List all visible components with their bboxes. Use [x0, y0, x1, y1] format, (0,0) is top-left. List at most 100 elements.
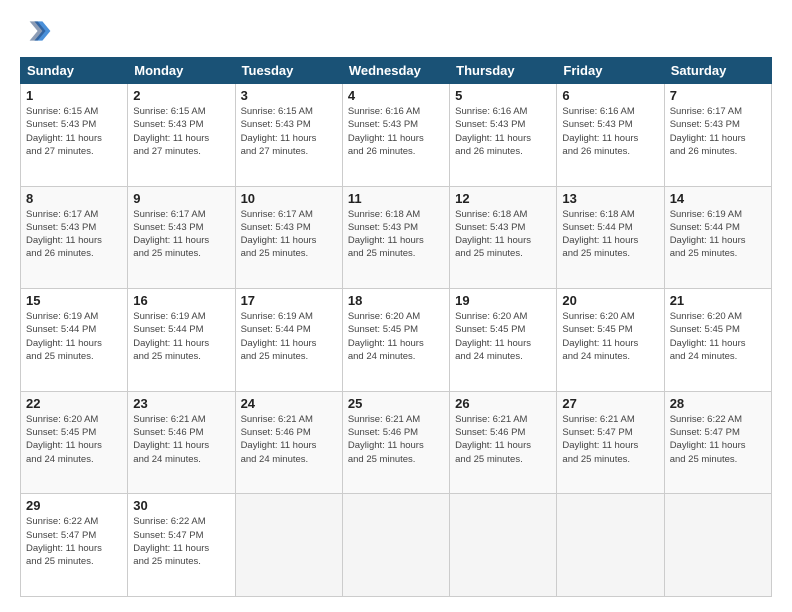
day-number: 8: [26, 191, 122, 206]
day-number: 5: [455, 88, 551, 103]
day-number: 23: [133, 396, 229, 411]
day-number: 24: [241, 396, 337, 411]
calendar-day-cell: 30 Sunrise: 6:22 AM Sunset: 5:47 PM Dayli…: [128, 494, 235, 597]
day-number: 29: [26, 498, 122, 513]
day-info: Sunrise: 6:17 AM Sunset: 5:43 PM Dayligh…: [133, 208, 229, 261]
day-number: 22: [26, 396, 122, 411]
day-info: Sunrise: 6:20 AM Sunset: 5:45 PM Dayligh…: [455, 310, 551, 363]
day-number: 17: [241, 293, 337, 308]
day-info: Sunrise: 6:21 AM Sunset: 5:46 PM Dayligh…: [241, 413, 337, 466]
day-number: 19: [455, 293, 551, 308]
calendar-day-cell: [450, 494, 557, 597]
day-number: 9: [133, 191, 229, 206]
day-number: 21: [670, 293, 766, 308]
calendar-day-cell: 2 Sunrise: 6:15 AM Sunset: 5:43 PM Daylig…: [128, 84, 235, 187]
logo-icon: [20, 15, 52, 47]
day-info: Sunrise: 6:18 AM Sunset: 5:43 PM Dayligh…: [348, 208, 444, 261]
calendar-day-cell: [664, 494, 771, 597]
day-number: 7: [670, 88, 766, 103]
calendar-day-cell: 23Sunrise: 6:21 AM Sunset: 5:46 PM Dayli…: [128, 391, 235, 494]
calendar-day-cell: 25 Sunrise: 6:21 AM Sunset: 5:46 PM Dayli…: [342, 391, 449, 494]
day-info: Sunrise: 6:20 AM Sunset: 5:45 PM Dayligh…: [26, 413, 122, 466]
day-info: Sunrise: 6:18 AM Sunset: 5:44 PM Dayligh…: [562, 208, 658, 261]
calendar-day-cell: 13 Sunrise: 6:18 AM Sunset: 5:44 PM Dayli…: [557, 186, 664, 289]
day-info: Sunrise: 6:21 AM Sunset: 5:46 PM Dayligh…: [348, 413, 444, 466]
day-info: Sunrise: 6:16 AM Sunset: 5:43 PM Dayligh…: [455, 105, 551, 158]
day-number: 4: [348, 88, 444, 103]
calendar-header-cell: Monday: [128, 58, 235, 84]
calendar-day-cell: 9 Sunrise: 6:17 AM Sunset: 5:43 PM Daylig…: [128, 186, 235, 289]
day-number: 6: [562, 88, 658, 103]
day-number: 10: [241, 191, 337, 206]
day-info: Sunrise: 6:20 AM Sunset: 5:45 PM Dayligh…: [348, 310, 444, 363]
day-number: 2: [133, 88, 229, 103]
calendar-day-cell: 5 Sunrise: 6:16 AM Sunset: 5:43 PM Daylig…: [450, 84, 557, 187]
calendar-week-row: 8 Sunrise: 6:17 AM Sunset: 5:43 PM Daylig…: [21, 186, 772, 289]
calendar-day-cell: 6 Sunrise: 6:16 AM Sunset: 5:43 PM Daylig…: [557, 84, 664, 187]
day-info: Sunrise: 6:19 AM Sunset: 5:44 PM Dayligh…: [670, 208, 766, 261]
day-info: Sunrise: 6:17 AM Sunset: 5:43 PM Dayligh…: [670, 105, 766, 158]
calendar-header-cell: Friday: [557, 58, 664, 84]
calendar-week-row: 15Sunrise: 6:19 AM Sunset: 5:44 PM Dayli…: [21, 289, 772, 392]
day-number: 16: [133, 293, 229, 308]
calendar-header-row: SundayMondayTuesdayWednesdayThursdayFrid…: [21, 58, 772, 84]
calendar-day-cell: 1 Sunrise: 6:15 AM Sunset: 5:43 PM Daylig…: [21, 84, 128, 187]
calendar-day-cell: 18 Sunrise: 6:20 AM Sunset: 5:45 PM Dayli…: [342, 289, 449, 392]
calendar-header-cell: Saturday: [664, 58, 771, 84]
calendar-table: SundayMondayTuesdayWednesdayThursdayFrid…: [20, 57, 772, 597]
day-info: Sunrise: 6:17 AM Sunset: 5:43 PM Dayligh…: [241, 208, 337, 261]
calendar-day-cell: 22 Sunrise: 6:20 AM Sunset: 5:45 PM Dayli…: [21, 391, 128, 494]
day-number: 30: [133, 498, 229, 513]
day-info: Sunrise: 6:15 AM Sunset: 5:43 PM Dayligh…: [133, 105, 229, 158]
calendar-day-cell: 24 Sunrise: 6:21 AM Sunset: 5:46 PM Dayli…: [235, 391, 342, 494]
calendar-day-cell: 10 Sunrise: 6:17 AM Sunset: 5:43 PM Dayli…: [235, 186, 342, 289]
calendar-week-row: 22 Sunrise: 6:20 AM Sunset: 5:45 PM Dayli…: [21, 391, 772, 494]
day-number: 3: [241, 88, 337, 103]
calendar-day-cell: 14 Sunrise: 6:19 AM Sunset: 5:44 PM Dayli…: [664, 186, 771, 289]
day-info: Sunrise: 6:16 AM Sunset: 5:43 PM Dayligh…: [562, 105, 658, 158]
day-info: Sunrise: 6:22 AM Sunset: 5:47 PM Dayligh…: [133, 515, 229, 568]
day-number: 18: [348, 293, 444, 308]
day-info: Sunrise: 6:19 AM Sunset: 5:44 PM Dayligh…: [26, 310, 122, 363]
calendar-day-cell: 7 Sunrise: 6:17 AM Sunset: 5:43 PM Daylig…: [664, 84, 771, 187]
calendar-day-cell: 28Sunrise: 6:22 AM Sunset: 5:47 PM Dayli…: [664, 391, 771, 494]
day-info: Sunrise: 6:21 AM Sunset: 5:46 PM Dayligh…: [455, 413, 551, 466]
calendar-header-cell: Wednesday: [342, 58, 449, 84]
day-number: 1: [26, 88, 122, 103]
day-info: Sunrise: 6:22 AM Sunset: 5:47 PM Dayligh…: [670, 413, 766, 466]
calendar-day-cell: 21 Sunrise: 6:20 AM Sunset: 5:45 PM Dayli…: [664, 289, 771, 392]
calendar-day-cell: 17 Sunrise: 6:19 AM Sunset: 5:44 PM Dayli…: [235, 289, 342, 392]
day-info: Sunrise: 6:20 AM Sunset: 5:45 PM Dayligh…: [670, 310, 766, 363]
calendar-day-cell: 27Sunrise: 6:21 AM Sunset: 5:47 PM Dayli…: [557, 391, 664, 494]
day-info: Sunrise: 6:19 AM Sunset: 5:44 PM Dayligh…: [133, 310, 229, 363]
header: [20, 15, 772, 47]
day-number: 26: [455, 396, 551, 411]
calendar-day-cell: 8 Sunrise: 6:17 AM Sunset: 5:43 PM Daylig…: [21, 186, 128, 289]
calendar-day-cell: [557, 494, 664, 597]
day-number: 13: [562, 191, 658, 206]
calendar-day-cell: 3Sunrise: 6:15 AM Sunset: 5:43 PM Daylig…: [235, 84, 342, 187]
logo: [20, 15, 56, 47]
day-info: Sunrise: 6:16 AM Sunset: 5:43 PM Dayligh…: [348, 105, 444, 158]
day-number: 25: [348, 396, 444, 411]
day-info: Sunrise: 6:15 AM Sunset: 5:43 PM Dayligh…: [26, 105, 122, 158]
day-number: 20: [562, 293, 658, 308]
day-info: Sunrise: 6:22 AM Sunset: 5:47 PM Dayligh…: [26, 515, 122, 568]
calendar-header-cell: Thursday: [450, 58, 557, 84]
day-number: 14: [670, 191, 766, 206]
page: SundayMondayTuesdayWednesdayThursdayFrid…: [0, 0, 792, 612]
day-info: Sunrise: 6:19 AM Sunset: 5:44 PM Dayligh…: [241, 310, 337, 363]
calendar-header-cell: Tuesday: [235, 58, 342, 84]
calendar-day-cell: 15Sunrise: 6:19 AM Sunset: 5:44 PM Dayli…: [21, 289, 128, 392]
day-number: 12: [455, 191, 551, 206]
calendar-body: 1 Sunrise: 6:15 AM Sunset: 5:43 PM Daylig…: [21, 84, 772, 597]
day-number: 11: [348, 191, 444, 206]
day-info: Sunrise: 6:17 AM Sunset: 5:43 PM Dayligh…: [26, 208, 122, 261]
calendar-day-cell: 12Sunrise: 6:18 AM Sunset: 5:43 PM Dayli…: [450, 186, 557, 289]
calendar-day-cell: 19 Sunrise: 6:20 AM Sunset: 5:45 PM Dayli…: [450, 289, 557, 392]
calendar-day-cell: 29 Sunrise: 6:22 AM Sunset: 5:47 PM Dayli…: [21, 494, 128, 597]
day-info: Sunrise: 6:20 AM Sunset: 5:45 PM Dayligh…: [562, 310, 658, 363]
calendar-header-cell: Sunday: [21, 58, 128, 84]
calendar-day-cell: [342, 494, 449, 597]
calendar-day-cell: 20 Sunrise: 6:20 AM Sunset: 5:45 PM Dayli…: [557, 289, 664, 392]
